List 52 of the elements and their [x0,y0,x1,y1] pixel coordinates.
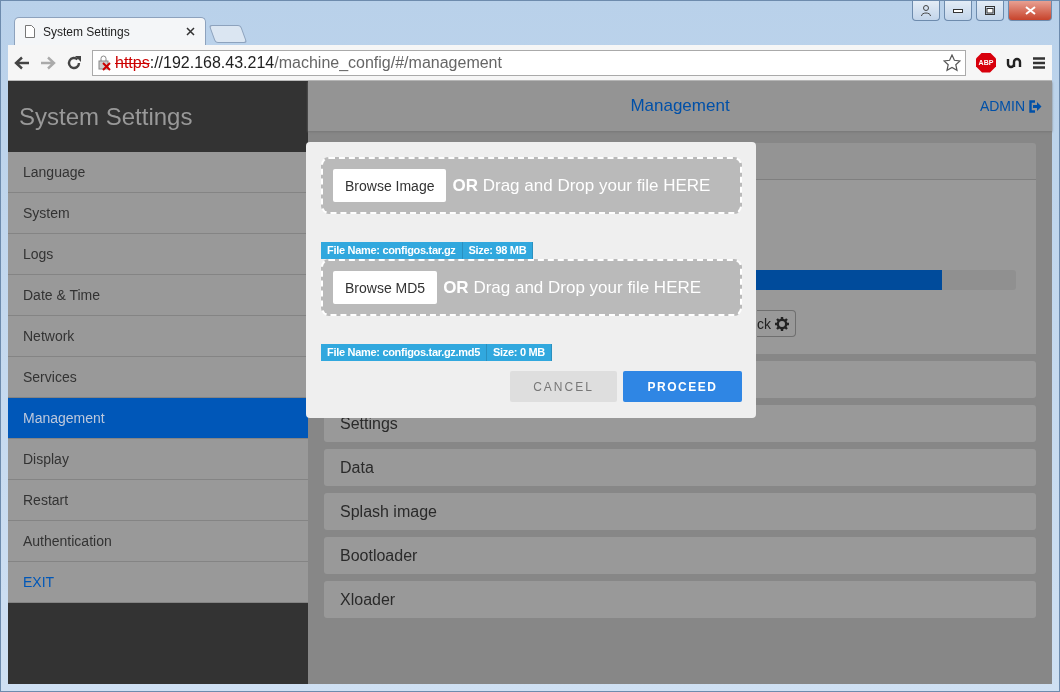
cancel-button[interactable]: CANCEL [510,371,617,402]
minimize-button[interactable] [944,1,972,21]
maximize-button[interactable] [976,1,1004,21]
back-arrow-icon[interactable] [14,55,30,70]
file-name-label: File Name: configos.tar.gz.md5 [321,344,487,361]
insecure-lock-icon [97,54,113,71]
admin-link[interactable]: ADMIN [979,98,1042,114]
settings-button[interactable]: ck [757,310,796,337]
sidebar-item[interactable]: Network [8,316,308,357]
page-icon [25,25,35,38]
extension-icon[interactable] [1006,55,1022,70]
close-icon [1024,6,1036,15]
sidebar-title: System Settings [18,102,194,132]
sidebar-item[interactable]: Management [8,398,308,439]
close-button[interactable] [1008,1,1052,21]
file-size-label: Size: 98 MB [462,242,534,259]
address-bar[interactable]: https://192.168.43.214/machine_config/#/management [92,49,966,76]
reload-icon[interactable] [66,54,82,71]
sidebar-item[interactable]: Logs [8,234,308,275]
drop-hint: OR Drag and Drop your file HERE [443,277,702,298]
browse-button[interactable]: Browse Image [333,169,447,202]
drop-hint: OR Drag and Drop your file HERE [452,175,711,196]
sidebar-item[interactable]: System [8,193,308,234]
proceed-button[interactable]: PROCEED [623,371,742,402]
sidebar-item[interactable]: Date & Time [8,275,308,316]
user-button[interactable] [912,1,940,21]
logout-icon [1028,99,1042,113]
accordion-section[interactable]: Data [324,449,1036,486]
sidebar-item[interactable]: Display [8,439,308,480]
sidebar-item[interactable]: EXIT [8,562,308,603]
url-text: https://192.168.43.214/machine_config/#/management [115,53,503,72]
star-icon[interactable] [943,53,961,72]
drop-zone[interactable]: Browse MD5 OR Drag and Drop your file HERE [321,259,742,316]
sidebar-item[interactable]: Services [8,357,308,398]
gear-icon [775,316,789,331]
accordion-section[interactable]: Bootloader [324,537,1036,574]
accordion-section[interactable]: Xloader [324,581,1036,618]
file-name-label: File Name: configos.tar.gz [321,242,463,259]
sidebar-item[interactable]: Language [8,152,308,193]
drop-zone[interactable]: Browse Image OR Drag and Drop your file HERE [321,157,742,214]
accordion-section[interactable]: Splash image [324,493,1036,530]
minimize-icon [953,8,963,13]
menu-icon[interactable] [1032,55,1046,70]
person-icon [921,5,931,16]
close-icon[interactable] [186,27,195,36]
sidebar-item[interactable]: Restart [8,480,308,521]
page-title: Management [630,96,730,116]
file-size-label: Size: 0 MB [487,344,552,361]
sidebar-item[interactable]: Authentication [8,521,308,562]
browse-button[interactable]: Browse MD5 [333,271,438,304]
maximize-icon [985,6,995,15]
browser-tab[interactable]: System Settings [14,17,206,45]
